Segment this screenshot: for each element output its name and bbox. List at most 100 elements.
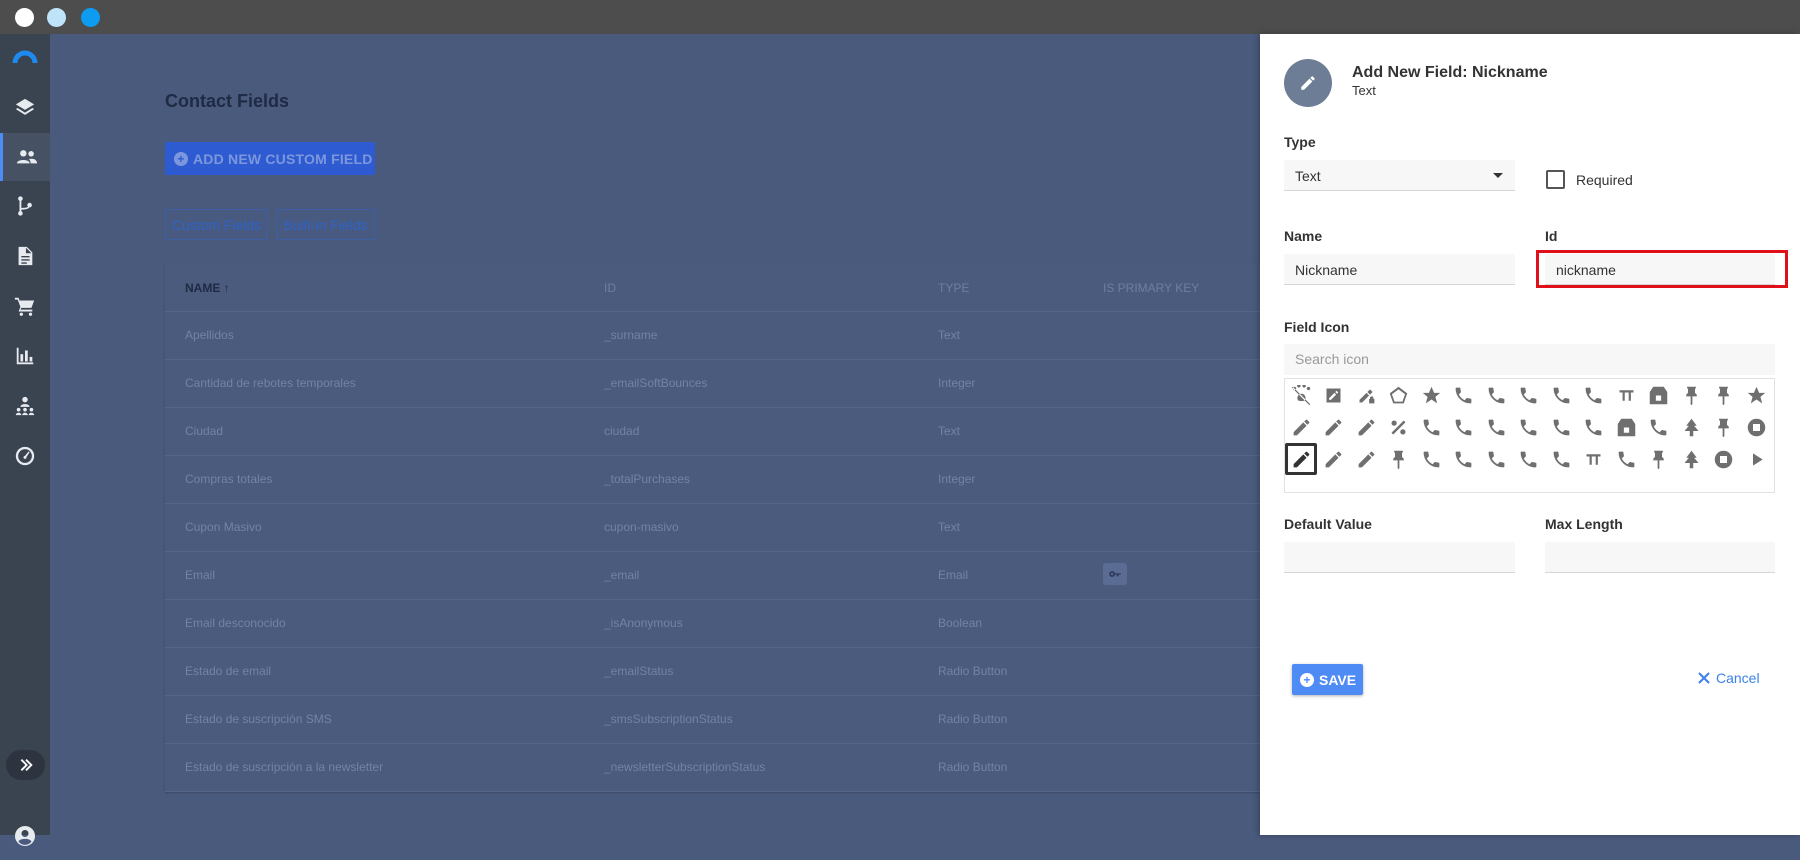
icon-option-play[interactable] — [1740, 443, 1772, 475]
phone-incoming-icon — [1488, 419, 1504, 435]
icon-search-input[interactable]: Search icon — [1284, 344, 1775, 375]
edit-box-icon — [1326, 388, 1341, 402]
icon-option-pinterest[interactable] — [1708, 379, 1740, 411]
id-input-highlight — [1536, 250, 1788, 288]
play-icon — [1752, 452, 1763, 466]
column-header-type[interactable]: TYPE — [938, 281, 969, 295]
icon-option-piano[interactable] — [1610, 411, 1642, 443]
icon-option-phone-sync[interactable] — [1480, 379, 1512, 411]
brand-logo[interactable] — [0, 34, 50, 82]
table-row[interactable]: Compras totales _totalPurchases Integer — [165, 456, 1260, 504]
icon-option-pin-marker[interactable] — [1383, 443, 1415, 475]
icon-option-pill[interactable] — [1643, 379, 1675, 411]
save-button[interactable]: + SAVE — [1292, 664, 1363, 695]
icon-option-phone-plus[interactable] — [1545, 443, 1577, 475]
chevron-double-right-icon — [20, 759, 33, 771]
tab-built-in-fields[interactable]: Built-in Fields — [276, 209, 375, 240]
table-row[interactable]: Estado de email _emailStatus Radio Button — [165, 648, 1260, 696]
sidebar-item-contacts[interactable] — [0, 133, 50, 181]
icon-option-police-badge[interactable] — [1740, 411, 1772, 443]
icon-option-pi-box[interactable] — [1610, 379, 1642, 411]
cancel-button[interactable]: Cancel — [1698, 670, 1760, 686]
window-maximize-button[interactable] — [81, 8, 100, 27]
table-row[interactable]: Ciudad ciudad Text — [165, 408, 1260, 456]
sidebar-item-reports[interactable] — [0, 332, 50, 380]
table-row[interactable]: Estado de suscripción a la newsletter _ne… — [165, 744, 1260, 792]
column-header-primary-key[interactable]: IS PRIMARY KEY — [1103, 281, 1199, 295]
icon-option-phone-missed[interactable] — [1513, 443, 1545, 475]
icon-option-passport[interactable] — [1415, 379, 1447, 411]
pencil-icon — [1301, 76, 1315, 90]
icon-option-pinterest-box[interactable] — [1708, 411, 1740, 443]
icon-option-partial[interactable] — [1773, 379, 1775, 411]
icon-option-pin-off[interactable] — [1675, 379, 1707, 411]
icon-option-phone-log[interactable] — [1513, 379, 1545, 411]
icon-option-partial[interactable] — [1773, 443, 1775, 475]
icon-option-pillar[interactable] — [1643, 411, 1675, 443]
icon-option-pencil[interactable] — [1285, 443, 1317, 475]
icon-option-pencil-off[interactable] — [1318, 443, 1350, 475]
table-row[interactable]: Email _email Email — [165, 552, 1260, 600]
icon-option-pi[interactable] — [1578, 443, 1610, 475]
sidebar-item-shop[interactable] — [0, 282, 50, 330]
icon-option-edit-box-outline[interactable] — [1318, 411, 1350, 443]
field-id-cell: _isAnonymous — [604, 616, 683, 630]
column-header-name[interactable]: NAME ↑ — [185, 281, 230, 295]
icon-option-phone-incoming[interactable] — [1480, 411, 1512, 443]
icon-option-phone-hangup[interactable] — [1448, 443, 1480, 475]
icon-option-phone-minus[interactable] — [1513, 411, 1545, 443]
icon-option-partial[interactable] — [1773, 411, 1775, 443]
field-name-cell: Estado de email — [185, 664, 272, 678]
main-content: Contact Fields + ADD NEW CUSTOM FIELD Cu… — [50, 34, 1260, 835]
icon-option-phone-outgoing[interactable] — [1545, 379, 1577, 411]
user-account-button[interactable] — [0, 812, 50, 860]
icon-option-pets-off[interactable] — [1285, 379, 1317, 411]
icon-option-phone[interactable] — [1415, 411, 1447, 443]
icon-option-phone-lock[interactable] — [1480, 443, 1512, 475]
expand-sidebar-button[interactable] — [6, 750, 45, 780]
icon-option-pin[interactable] — [1643, 443, 1675, 475]
icon-option-pine-tree-box[interactable] — [1675, 443, 1707, 475]
sidebar-item-dashboard[interactable] — [0, 432, 50, 480]
sidebar-item-flows[interactable] — [0, 182, 50, 230]
window-close-button[interactable] — [15, 8, 34, 27]
default-value-input[interactable] — [1284, 542, 1515, 573]
icon-option-pentagon-outline[interactable] — [1383, 379, 1415, 411]
field-type-cell: Text — [938, 424, 961, 438]
icon-option-pine-tree[interactable] — [1675, 411, 1707, 443]
icon-option-pen-off[interactable] — [1350, 411, 1382, 443]
sidebar-item-documents[interactable] — [0, 232, 50, 280]
icon-option-phone-voip[interactable] — [1578, 411, 1610, 443]
column-header-id[interactable]: ID — [604, 281, 616, 295]
icon-option-phone-classic[interactable] — [1448, 379, 1480, 411]
icon-option-pizza[interactable] — [1740, 379, 1772, 411]
name-input[interactable]: Nickname — [1284, 254, 1515, 285]
table-row[interactable]: Cupon Masivo cupon-masivo Text — [165, 504, 1260, 552]
icon-option-phone-forward[interactable] — [1448, 411, 1480, 443]
icon-option-pen-lock[interactable] — [1350, 379, 1382, 411]
table-row[interactable]: Cantidad de rebotes temporales _emailSoft… — [165, 360, 1260, 408]
icon-option-phone-paused[interactable] — [1545, 411, 1577, 443]
table-row[interactable]: Email desconocido _isAnonymous Boolean — [165, 600, 1260, 648]
percent-icon — [1391, 420, 1406, 434]
phone-paused-icon — [1553, 419, 1569, 435]
tab-custom-fields[interactable]: Custom Fields — [165, 209, 268, 240]
sidebar-item-layers[interactable] — [0, 84, 50, 132]
max-length-input[interactable] — [1545, 542, 1775, 573]
sidebar-item-audience[interactable] — [0, 382, 50, 430]
add-new-custom-field-button[interactable]: + ADD NEW CUSTOM FIELD — [165, 142, 375, 175]
icon-option-pen[interactable] — [1285, 411, 1317, 443]
table-row[interactable]: Apellidos _surname Text — [165, 312, 1260, 360]
type-select[interactable]: Text — [1284, 160, 1515, 191]
icon-option-phone-in-talk[interactable] — [1578, 379, 1610, 411]
icon-option-piggy-bank[interactable] — [1610, 443, 1642, 475]
icon-option-percent[interactable] — [1383, 411, 1415, 443]
add-field-panel: Add New Field: Nickname Text Type Text R… — [1260, 34, 1800, 835]
icon-option-pentagon[interactable] — [1350, 443, 1382, 475]
icon-option-pistol[interactable] — [1708, 443, 1740, 475]
table-row[interactable]: Estado de suscripción SMS _smsSubscriptio… — [165, 696, 1260, 744]
required-checkbox[interactable] — [1546, 170, 1565, 189]
icon-option-edit-box[interactable] — [1318, 379, 1350, 411]
icon-option-phone-bluetooth[interactable] — [1415, 443, 1447, 475]
window-minimize-button[interactable] — [47, 8, 66, 27]
